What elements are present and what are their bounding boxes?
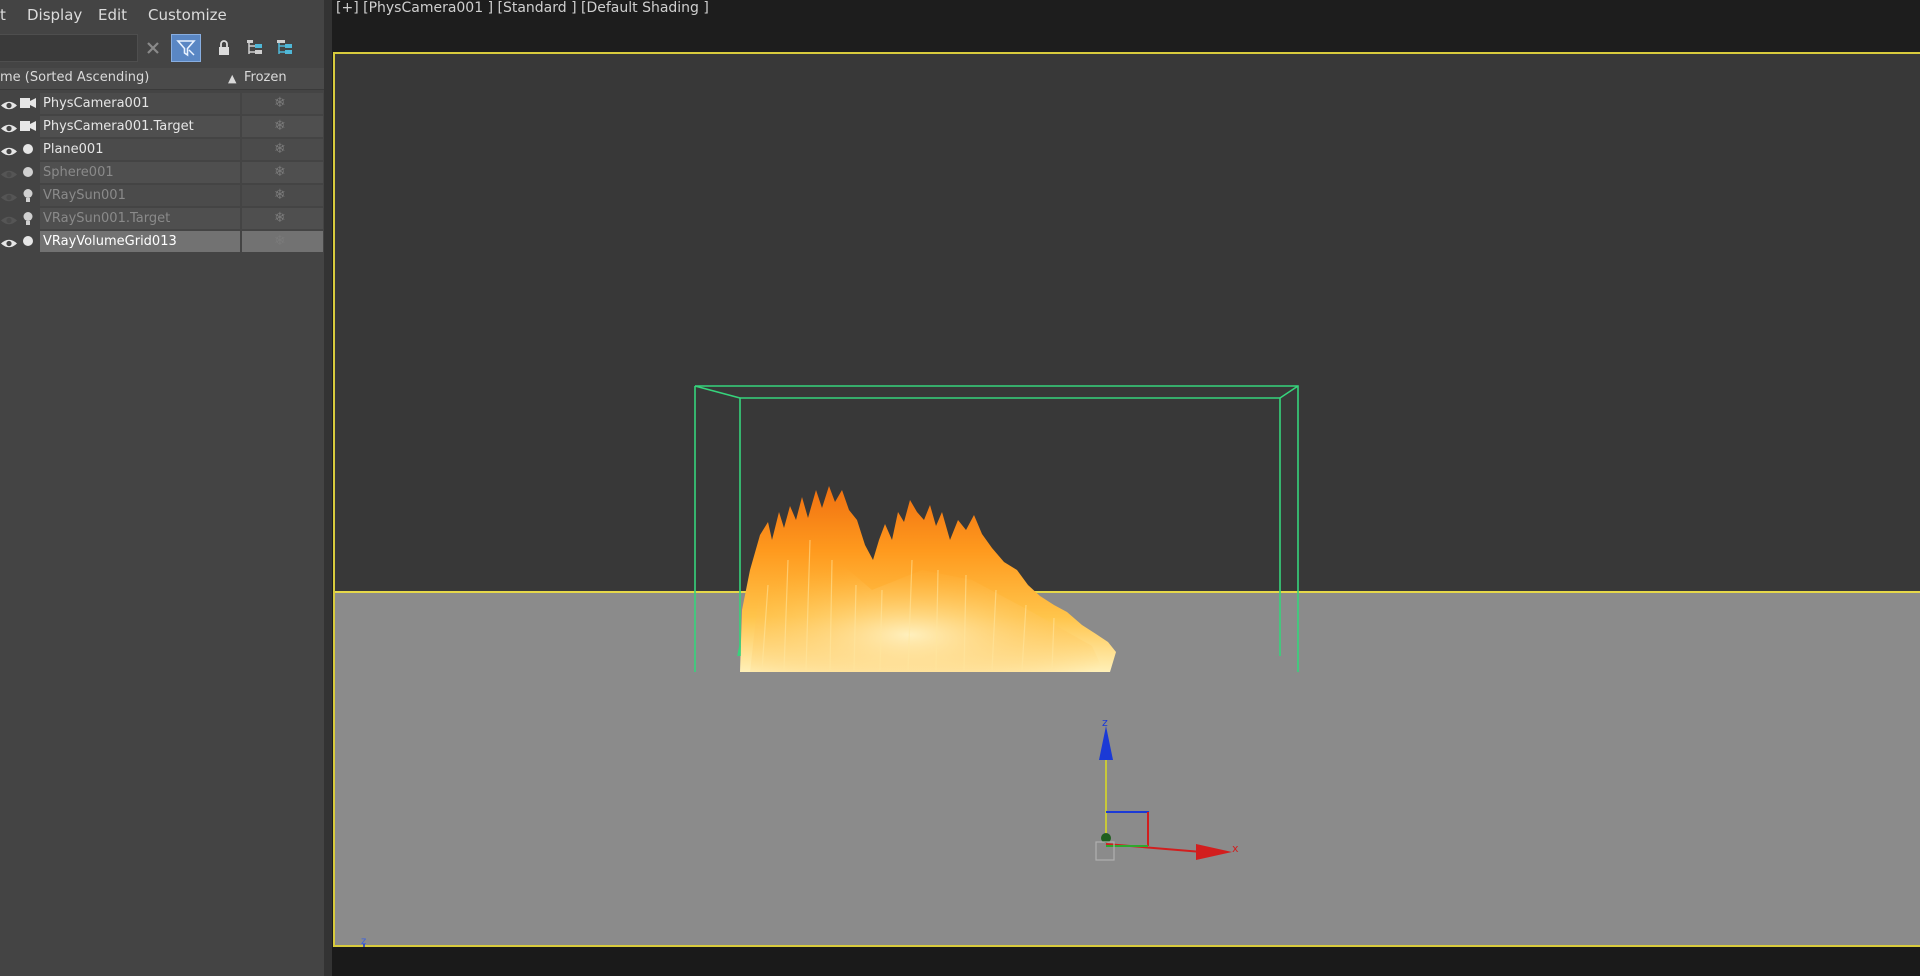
snowflake-icon: ❄: [274, 141, 286, 157]
explorer-menu-bar: t Display Edit Customize: [0, 0, 324, 30]
hierarchy-button[interactable]: [240, 34, 270, 62]
scene-object-list: PhysCamera001 ❄ PhysCamera001.Target ❄ Plane…: [0, 92, 324, 253]
frozen-toggle[interactable]: ❄: [242, 185, 323, 206]
lock-button[interactable]: [209, 34, 239, 62]
menu-display[interactable]: Display: [27, 6, 82, 24]
frozen-toggle[interactable]: ❄: [242, 93, 323, 114]
gizmo-z-label: z: [1102, 716, 1108, 729]
geometry-icon: [19, 165, 37, 180]
close-icon: [147, 42, 159, 54]
fire-simulation[interactable]: [740, 486, 1116, 672]
sort-ascending-icon: ▲: [228, 72, 237, 85]
object-name-cell[interactable]: Sphere001: [40, 162, 240, 183]
search-input[interactable]: [0, 34, 138, 62]
scene-object-row[interactable]: VRaySun001.Target ❄: [0, 207, 324, 230]
visibility-hidden-icon[interactable]: [0, 189, 18, 202]
transform-gizmo[interactable]: z x: [1095, 716, 1239, 861]
geometry-icon: [19, 234, 37, 249]
viewport-bottom-strip: [332, 947, 1920, 976]
lock-icon: [219, 40, 229, 55]
name-column-header[interactable]: me (Sorted Ascending): [0, 70, 149, 85]
object-name-cell[interactable]: VRaySun001: [40, 185, 240, 206]
clear-search-button[interactable]: [138, 34, 168, 62]
object-name-cell[interactable]: Plane001: [40, 139, 240, 160]
object-name-cell[interactable]: PhysCamera001: [40, 93, 240, 114]
geometry-icon: [19, 142, 37, 157]
frozen-column-header[interactable]: Frozen: [244, 70, 287, 85]
camera-icon: [19, 119, 37, 134]
light-icon: [19, 188, 37, 203]
snowflake-icon: ❄: [274, 187, 286, 203]
visibility-hidden-icon[interactable]: [0, 166, 18, 179]
camera-viewport[interactable]: [+] [PhysCamera001 ] [Standard ] [Defaul…: [332, 0, 1920, 976]
scene-object-row[interactable]: VRayVolumeGrid013 ❄: [0, 230, 324, 253]
camera-icon: [19, 96, 37, 111]
object-name: PhysCamera001.Target: [43, 119, 194, 134]
scene-object-row[interactable]: PhysCamera001.Target ❄: [0, 115, 324, 138]
menu-select[interactable]: t: [0, 6, 6, 24]
object-name: Sphere001: [43, 165, 114, 180]
light-icon: [19, 211, 37, 226]
scene-object-row[interactable]: Plane001 ❄: [0, 138, 324, 161]
scene-object-row[interactable]: Sphere001 ❄: [0, 161, 324, 184]
filter-button[interactable]: [171, 34, 201, 62]
hierarchy-icon: [247, 40, 262, 54]
snowflake-icon: ❄: [274, 95, 286, 111]
layer-hierarchy-icon: [277, 40, 292, 54]
menu-customize[interactable]: Customize: [148, 6, 227, 24]
snowflake-icon: ❄: [274, 118, 286, 134]
visibility-hidden-icon[interactable]: [0, 212, 18, 225]
scene-object-row[interactable]: VRaySun001 ❄: [0, 184, 324, 207]
object-name: VRaySun001: [43, 188, 126, 203]
frozen-toggle[interactable]: ❄: [242, 231, 323, 252]
tripod-z-label: z: [361, 936, 366, 947]
visibility-eye-icon[interactable]: [0, 235, 18, 248]
filter-icon: [176, 40, 196, 57]
frozen-toggle[interactable]: ❄: [242, 139, 323, 160]
frozen-toggle[interactable]: ❄: [242, 116, 323, 137]
scene-explorer: t Display Edit Customize me (Sorted Asce…: [0, 0, 324, 976]
panel-splitter[interactable]: [324, 0, 332, 976]
gizmo-x-label: x: [1232, 842, 1239, 855]
layer-hierarchy-button[interactable]: [270, 34, 300, 62]
object-name-cell[interactable]: PhysCamera001.Target: [40, 116, 240, 137]
object-name-cell[interactable]: VRaySun001.Target: [40, 208, 240, 229]
visibility-eye-icon[interactable]: [0, 143, 18, 156]
scene-canvas: z x z x y: [360, 385, 1299, 976]
object-name: PhysCamera001: [43, 96, 150, 111]
object-name: VRayVolumeGrid013: [43, 234, 177, 249]
snowflake-icon: ❄: [274, 164, 286, 180]
explorer-column-header: me (Sorted Ascending) ▲ Frozen: [0, 68, 324, 90]
snowflake-icon: ❄: [274, 233, 286, 249]
menu-edit[interactable]: Edit: [98, 6, 127, 24]
object-name: VRaySun001.Target: [43, 211, 171, 226]
scene-object-row[interactable]: PhysCamera001 ❄: [0, 92, 324, 115]
object-name-cell[interactable]: VRayVolumeGrid013: [40, 231, 240, 252]
visibility-eye-icon[interactable]: [0, 120, 18, 133]
object-name: Plane001: [43, 142, 104, 157]
frozen-toggle[interactable]: ❄: [242, 208, 323, 229]
snowflake-icon: ❄: [274, 210, 286, 226]
explorer-toolbar: [0, 30, 324, 66]
frozen-toggle[interactable]: ❄: [242, 162, 323, 183]
visibility-eye-icon[interactable]: [0, 97, 18, 110]
